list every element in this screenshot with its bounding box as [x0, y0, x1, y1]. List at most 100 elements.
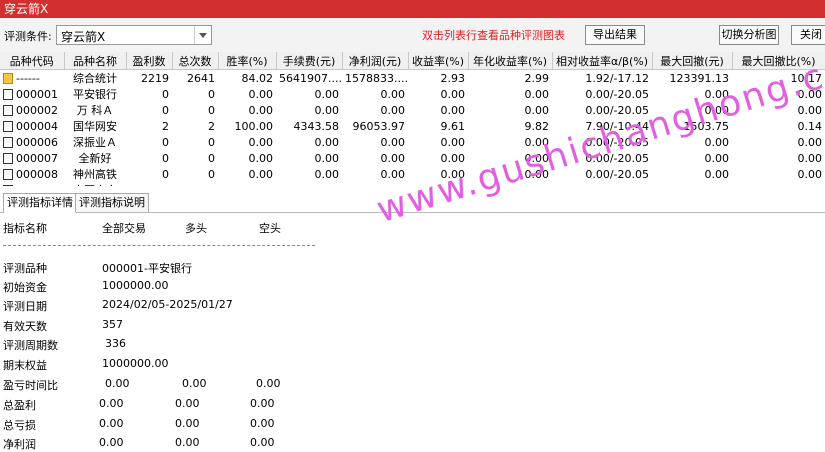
- loss-long: 0.00: [175, 417, 200, 430]
- close-button[interactable]: 关闭: [791, 25, 825, 45]
- switch-chart-button[interactable]: 切换分析图: [719, 25, 779, 45]
- column-header[interactable]: 净利润(元): [342, 52, 409, 70]
- table-cell: 2.99: [524, 71, 550, 85]
- table-row[interactable]: 000009中国宝安000.000.000.000.000.000.00/-20…: [0, 182, 825, 186]
- table-cell: 0.00: [704, 151, 730, 165]
- table-cell: 0.00: [468, 182, 552, 187]
- net-long: 0.00: [175, 436, 200, 449]
- table-cell: 000002: [0, 102, 64, 118]
- table-cell: 0.00: [704, 87, 730, 101]
- code-text: 000009: [16, 184, 58, 187]
- table-cell: 0.00/-20.05: [585, 87, 649, 101]
- table-cell: 1.92/-17.12: [585, 71, 649, 85]
- table-cell: 100.00: [234, 119, 274, 133]
- document-icon: [3, 120, 13, 132]
- window-title: 穿云箭X: [4, 2, 49, 16]
- table-cell: 0.00: [248, 151, 274, 165]
- column-header[interactable]: 相对收益率α/β(%): [552, 52, 653, 70]
- code-text: ------: [16, 71, 40, 85]
- loss-short: 0.00: [250, 417, 275, 430]
- code-text: 000008: [16, 167, 58, 181]
- column-header[interactable]: 最大回撤(元): [652, 52, 733, 70]
- document-icon: [3, 168, 13, 180]
- document-icon: [3, 184, 13, 186]
- table-cell: 0.00: [248, 103, 274, 117]
- table-cell: 0.00: [524, 103, 550, 117]
- table-cell: 0: [208, 135, 215, 149]
- table-cell: 0.00: [218, 182, 276, 187]
- table-cell: 0: [162, 135, 169, 149]
- table-row[interactable]: 000008 神州高铁 0 0 0.00 0.00 0.00 0.00 0.00 0.00/-20…: [0, 166, 825, 182]
- table-cell: 0.00: [440, 103, 466, 117]
- table-cell: 0.14: [797, 119, 823, 133]
- table-cell: 1503.75: [683, 119, 730, 133]
- table-cell: 2219: [141, 71, 169, 85]
- tab-metric-detail[interactable]: 评测指标详情: [3, 193, 77, 213]
- table-cell: 0.00: [652, 182, 732, 187]
- table-cell: 平安银行: [73, 88, 117, 101]
- table-cell: 4343.58: [293, 119, 340, 133]
- table-cell: 0.00: [704, 167, 730, 181]
- column-header[interactable]: 盈利数: [126, 52, 173, 70]
- table-row[interactable]: 000006 深振业Ａ 0 0 0.00 0.00 0.00 0.00 0.00 0.00/-20…: [0, 134, 825, 150]
- table-cell: 1578833....: [345, 71, 408, 85]
- ratio-long: 0.00: [182, 377, 207, 390]
- table-row[interactable]: 000001 平安银行 0 0 0.00 0.00 0.00 0.00 0.00 0.00/-20…: [0, 86, 825, 102]
- condition-select[interactable]: 穿云箭X: [56, 25, 212, 45]
- table-cell: 0.00: [524, 135, 550, 149]
- column-header[interactable]: 收益率(%): [408, 52, 469, 70]
- header-short: 空头: [259, 222, 281, 235]
- ratio-short: 0.00: [256, 377, 281, 390]
- table-cell: 0.00: [440, 87, 466, 101]
- loss-all: 0.00: [99, 417, 124, 430]
- table-cell: 0.00: [276, 182, 342, 187]
- chevron-down-icon[interactable]: [194, 26, 211, 44]
- table-cell: 深振业Ａ: [73, 136, 117, 149]
- table-row[interactable]: ------ 综合统计 2219 2641 84.02 5641907.... 157883…: [0, 70, 825, 87]
- column-header[interactable]: 品种名称: [64, 52, 127, 70]
- table-cell: 0.00/-20.05: [585, 135, 649, 149]
- column-header[interactable]: 最大回撤比(%): [732, 52, 825, 70]
- table-body: ------ 综合统计 2219 2641 84.02 5641907.... 157883…: [0, 70, 825, 186]
- folder-icon: [3, 72, 13, 84]
- table-cell: 0.00: [314, 151, 340, 165]
- table-cell: 0.00: [440, 135, 466, 149]
- profit-short: 0.00: [250, 397, 275, 410]
- table-cell: 0.00: [797, 151, 823, 165]
- table-cell: 0: [126, 182, 172, 187]
- table-row[interactable]: 000007 全新好 0 0 0.00 0.00 0.00 0.00 0.00 0.00/-20.…: [0, 150, 825, 166]
- table-cell: 0: [208, 167, 215, 181]
- code-text: 000001: [16, 87, 58, 101]
- table-cell: 0: [208, 151, 215, 165]
- table-cell: 万 科Ａ: [76, 104, 114, 117]
- export-button[interactable]: 导出结果: [585, 25, 645, 45]
- column-header[interactable]: 品种代码: [0, 52, 65, 70]
- equity-label: 期末权益: [3, 359, 47, 372]
- table-cell: 0.00: [704, 103, 730, 117]
- stock-label: 评测品种: [3, 262, 47, 275]
- table-header-row: 品种代码 品种名称 盈利数 总次数 胜率(%) 手续费(元) 净利润(元) 收益率(%) 年化收…: [0, 52, 825, 70]
- date-value: 2024/02/05-2025/01/27: [102, 298, 233, 311]
- days-value: 357: [102, 318, 123, 331]
- code-text: 000004: [16, 119, 58, 133]
- table-cell: 9.61: [440, 119, 466, 133]
- ratio-label: 盈亏时间比: [3, 379, 58, 392]
- table-cell: 2: [162, 119, 169, 133]
- detail-tabs: 评测指标详情 评测指标说明: [0, 190, 825, 213]
- column-header[interactable]: 总次数: [172, 52, 219, 70]
- column-header[interactable]: 胜率(%): [218, 52, 277, 70]
- table-cell: 0.00: [380, 87, 406, 101]
- code-text: 000006: [16, 135, 58, 149]
- result-table: 品种代码 品种名称 盈利数 总次数 胜率(%) 手续费(元) 净利润(元) 收益率(%) 年化收…: [0, 52, 825, 186]
- table-cell: 0: [162, 87, 169, 101]
- table-cell: 0.00: [248, 167, 274, 181]
- column-header[interactable]: 手续费(元): [276, 52, 343, 70]
- table-cell: 0.00: [704, 135, 730, 149]
- table-cell: 0: [162, 151, 169, 165]
- table-row[interactable]: 000002 万 科Ａ 0 0 0.00 0.00 0.00 0.00 0.00 0.00/-20…: [0, 102, 825, 118]
- column-header[interactable]: 年化收益率(%): [468, 52, 553, 70]
- title-bar: 穿云箭X: [0, 0, 825, 18]
- tab-metric-explain[interactable]: 评测指标说明: [75, 193, 149, 212]
- table-row[interactable]: 000004 国华网安 2 2 100.00 4343.58 96053.97 9.61 9.8…: [0, 118, 825, 134]
- table-cell: 0.00: [797, 135, 823, 149]
